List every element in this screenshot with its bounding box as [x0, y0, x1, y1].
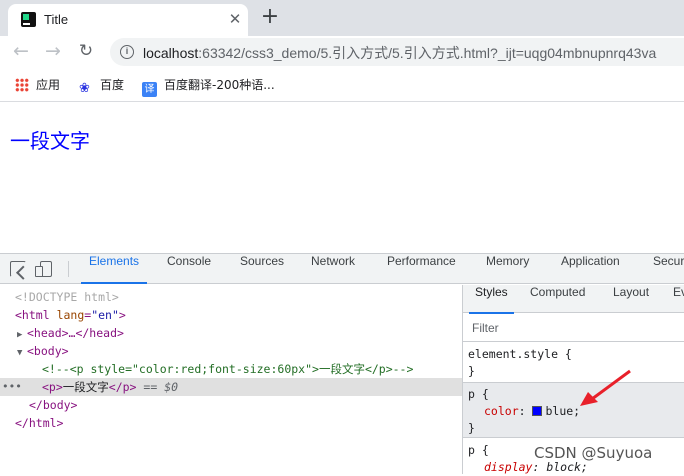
p-text: 一段文字: [62, 380, 109, 394]
tab-application[interactable]: Application: [561, 254, 620, 284]
rule-close-brace: }: [468, 364, 475, 378]
tree-line-doctype[interactable]: <!DOCTYPE html>: [0, 288, 462, 306]
bookmark-label: 百度翻译-200种语...: [164, 78, 275, 92]
watermark: CSDN @Suyuoa: [534, 444, 653, 462]
tab-close-icon[interactable]: ✕: [226, 10, 244, 28]
p-open-tag: <p>: [42, 380, 63, 394]
bookmark-apps[interactable]: 应用: [15, 76, 60, 93]
inspect-element-icon[interactable]: [10, 261, 26, 277]
webstorm-favicon-icon: [21, 12, 36, 27]
tab-elements[interactable]: Elements: [80, 254, 148, 284]
browser-toolbar: ← → ↻ i localhost:63342/css3_demo/5.引入方式…: [0, 36, 684, 68]
rule-selector[interactable]: element.style {: [468, 346, 684, 363]
tab-styles[interactable]: Styles: [469, 285, 514, 314]
tab-performance[interactable]: Performance: [387, 254, 456, 284]
styles-tabs: Styles Computed Layout Ev: [463, 285, 684, 314]
tab-sources[interactable]: Sources: [240, 254, 284, 284]
tab-network[interactable]: Network: [311, 254, 355, 284]
styles-filter-input[interactable]: Filter: [463, 313, 684, 342]
tab-memory[interactable]: Memory: [486, 254, 529, 284]
property-value[interactable]: blue;: [545, 404, 580, 418]
tree-line-body-close[interactable]: </body>: [0, 396, 462, 414]
reload-icon[interactable]: ↻: [73, 38, 99, 64]
html-attr-value: "en": [91, 308, 119, 322]
tab-security[interactable]: Secur: [653, 254, 684, 284]
browser-tab[interactable]: Title ✕: [8, 4, 248, 36]
tab-computed[interactable]: Computed: [530, 285, 585, 313]
tree-line-p-selected[interactable]: ••• <p>一段文字</p> == $0: [0, 378, 462, 396]
more-options-icon[interactable]: •••: [2, 378, 22, 396]
tree-line-head[interactable]: ▶ <head>…</head>: [0, 324, 462, 342]
head-node: <head>…</head>: [27, 326, 124, 340]
tree-line-body[interactable]: ▼ <body>: [0, 342, 462, 360]
tab-event-listeners[interactable]: Ev: [673, 285, 684, 313]
html-attr-name: lang: [56, 308, 85, 322]
property-value: block;: [546, 460, 588, 474]
property-name: display: [484, 460, 533, 474]
address-bar[interactable]: i localhost:63342/css3_demo/5.引入方式/5.引入方…: [110, 38, 684, 66]
page-paragraph: 一段文字: [10, 129, 90, 153]
doctype-node: <!DOCTYPE html>: [15, 290, 119, 304]
html-open-tag: <html: [15, 308, 50, 322]
tab-title: Title: [44, 12, 69, 27]
baidu-translate-icon: 译: [142, 82, 157, 97]
url-path: :63342/css3_demo/5.引入方式/5.引入方式.html?_ijt…: [198, 45, 657, 61]
p-close-tag: </p>: [108, 380, 137, 394]
rule-element-style: element.style { }: [463, 346, 684, 383]
tree-line-html-close[interactable]: </html>: [0, 414, 462, 432]
bookmark-label: 应用: [36, 78, 61, 92]
body-close-tag: </body>: [29, 398, 78, 412]
tree-line-comment[interactable]: <!--<p style="color:red;font-size:60px">…: [0, 360, 462, 378]
back-arrow-icon[interactable]: ←: [8, 38, 34, 64]
comment-node: <!--<p style="color:red;font-size:60px">…: [42, 362, 414, 376]
devtools-panel: Elements Console Sources Network Perform…: [0, 253, 684, 474]
tree-line-html[interactable]: <html lang="en">: [0, 306, 462, 324]
new-tab-button[interactable]: +: [258, 5, 282, 29]
tab-strip: Title ✕ +: [0, 0, 684, 36]
baidu-paw-icon: ❀: [79, 81, 90, 96]
rule-p-author: p { color: blue; }: [463, 383, 684, 438]
selected-marker: == $0: [143, 380, 179, 394]
url-host: localhost: [143, 45, 199, 61]
devtools-toolbar: Elements Console Sources Network Perform…: [0, 254, 684, 284]
bookmark-baidu[interactable]: ❀ 百度: [79, 76, 124, 96]
property-name: color: [484, 404, 519, 418]
tab-layout[interactable]: Layout: [613, 285, 649, 313]
html-close-tag: </html>: [15, 416, 64, 430]
elements-tree: <!DOCTYPE html> <html lang="en"> ▶ <head>…: [0, 285, 462, 474]
toolbar-divider: [68, 261, 69, 277]
html-open-bracket: >: [118, 308, 126, 322]
site-info-icon[interactable]: i: [120, 45, 134, 59]
bookmark-label: 百度: [100, 78, 125, 92]
apps-grid-icon: [15, 78, 29, 92]
tab-console[interactable]: Console: [167, 254, 211, 284]
rule-close-brace: }: [468, 421, 475, 435]
forward-arrow-icon[interactable]: →: [40, 38, 66, 64]
device-toolbar-icon[interactable]: [35, 261, 52, 277]
bookmark-baidu-translate[interactable]: 译百度翻译-200种语...: [142, 76, 275, 97]
page-viewport: 一段文字: [0, 103, 684, 253]
red-arrow-annotation-icon: [580, 369, 631, 406]
rule-declaration-color[interactable]: color: blue;: [468, 403, 684, 420]
url-text[interactable]: localhost:63342/css3_demo/5.引入方式/5.引入方式.…: [143, 43, 656, 63]
rule-selector[interactable]: p {: [468, 386, 684, 403]
bookmarks-bar: 应用 ❀ 百度 译百度翻译-200种语...: [0, 68, 684, 102]
color-swatch-icon[interactable]: [532, 406, 543, 416]
body-open-tag: <body>: [27, 344, 69, 358]
